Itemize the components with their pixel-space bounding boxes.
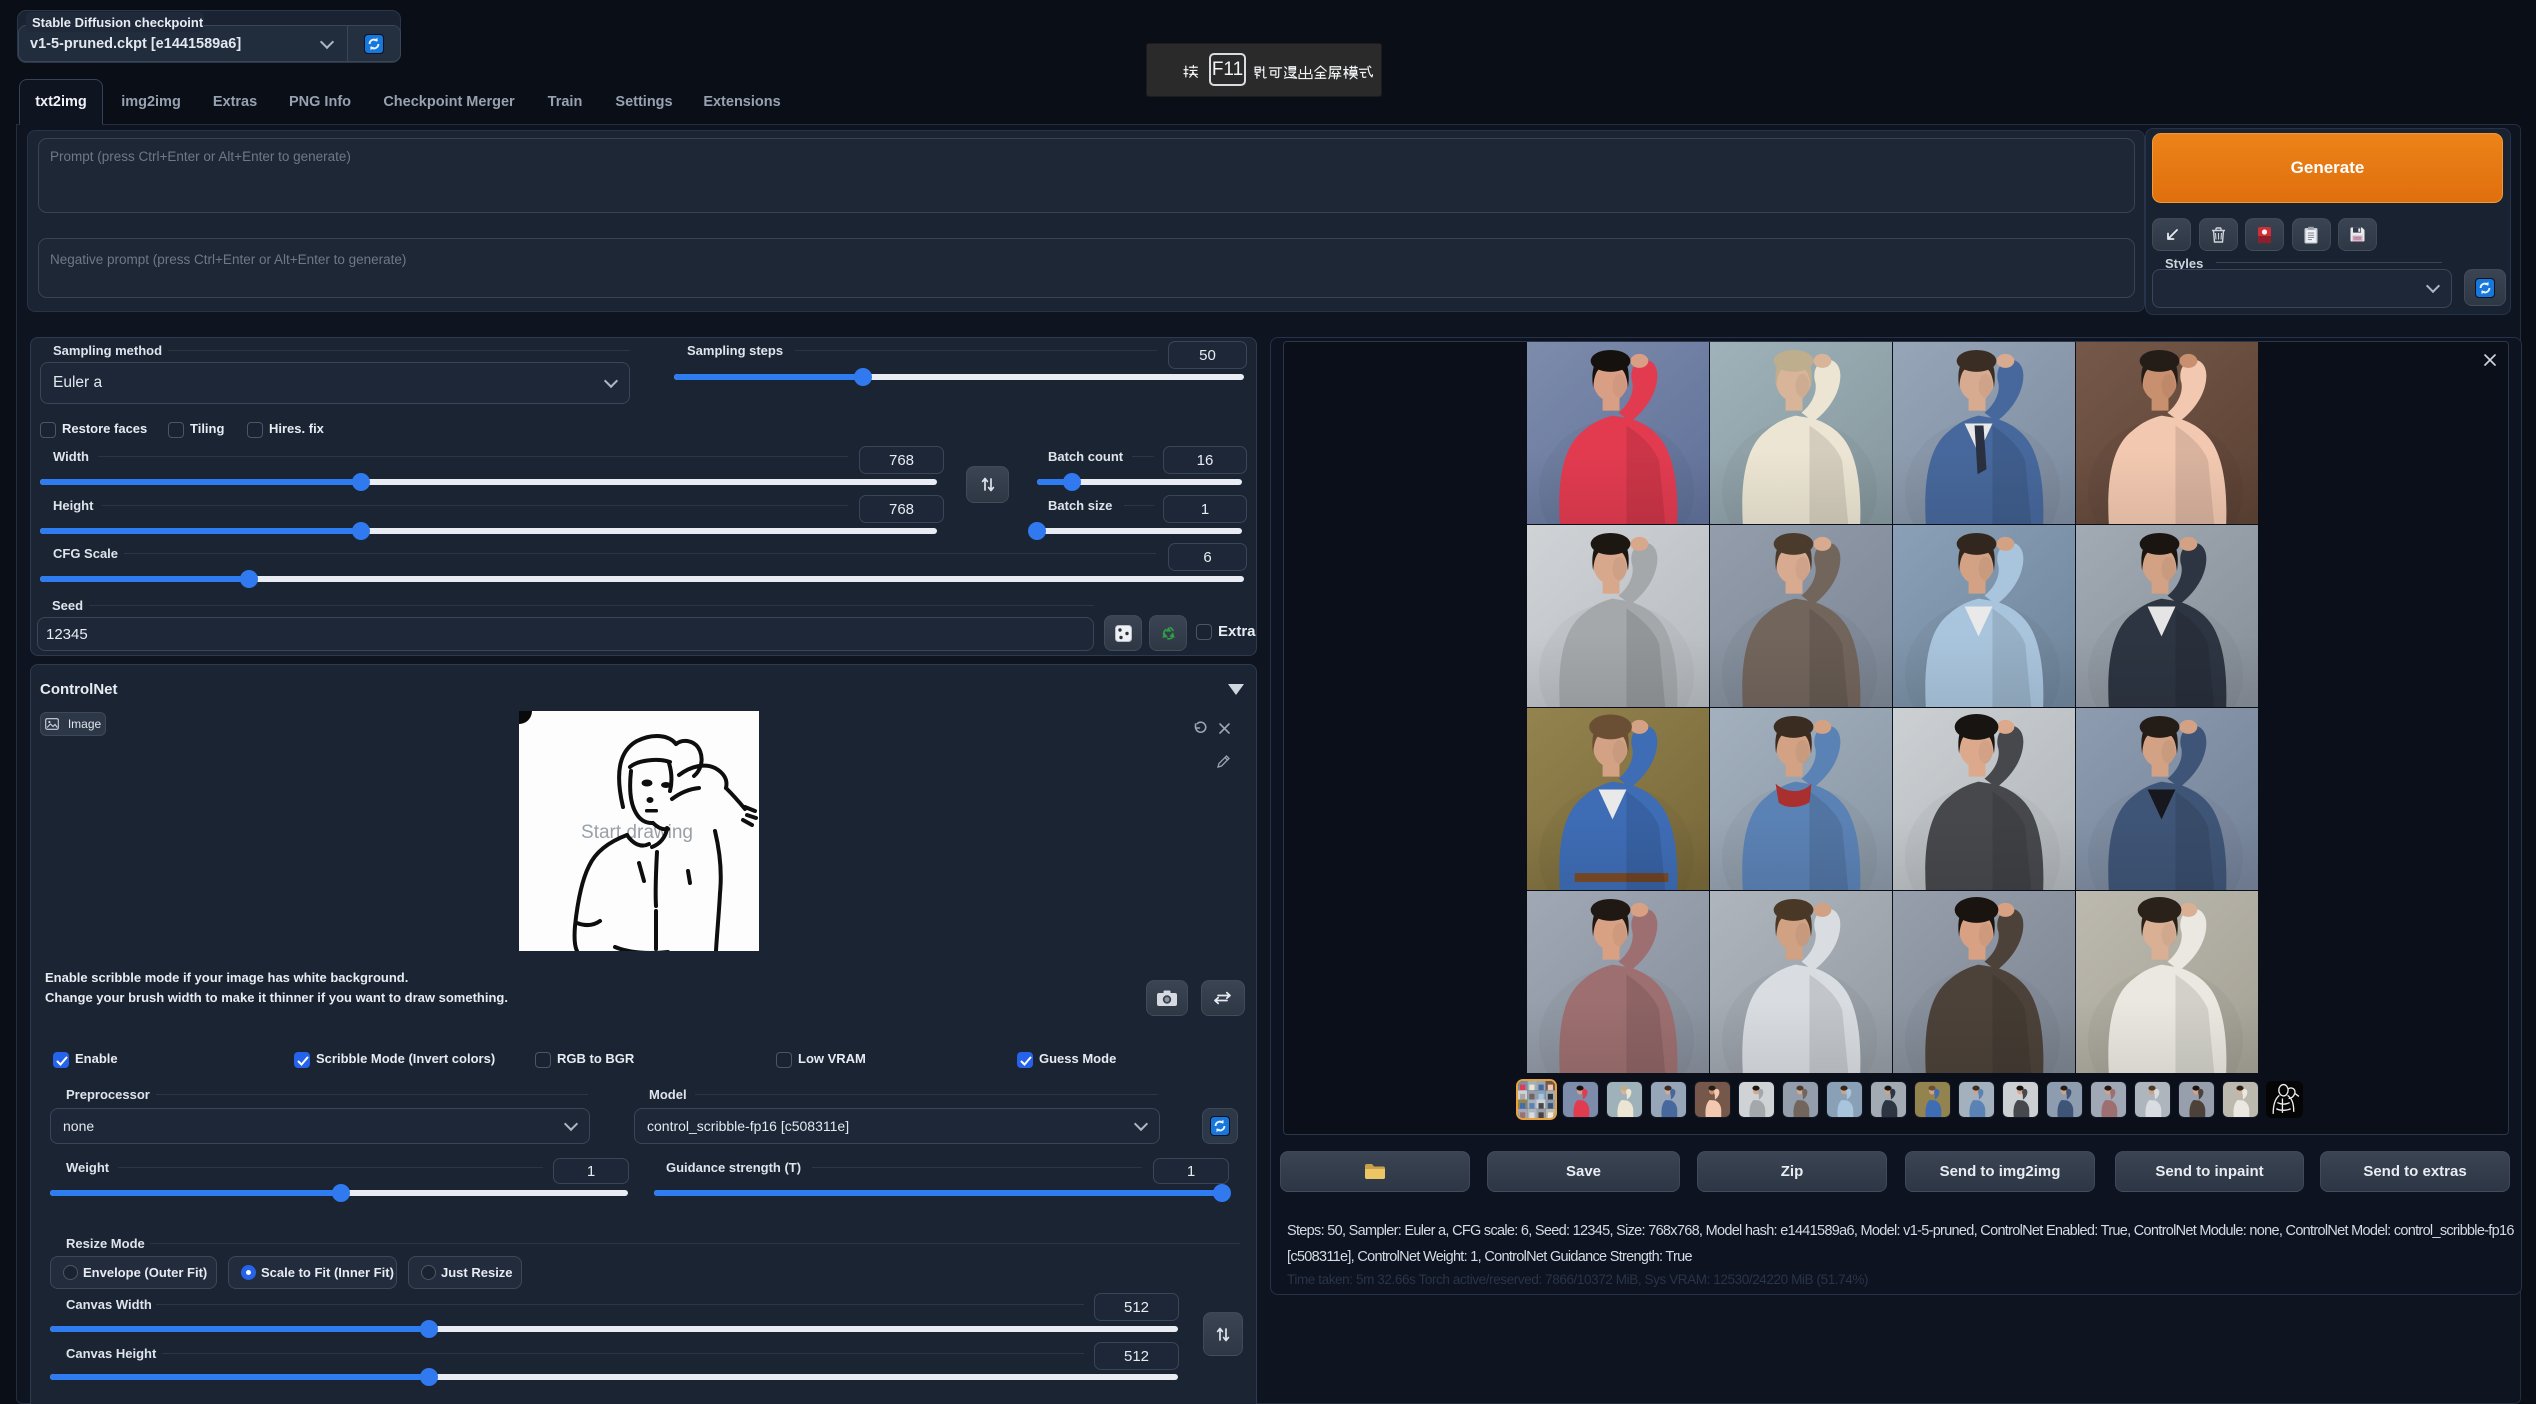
svg-text:Start drawing: Start drawing: [581, 822, 693, 843]
